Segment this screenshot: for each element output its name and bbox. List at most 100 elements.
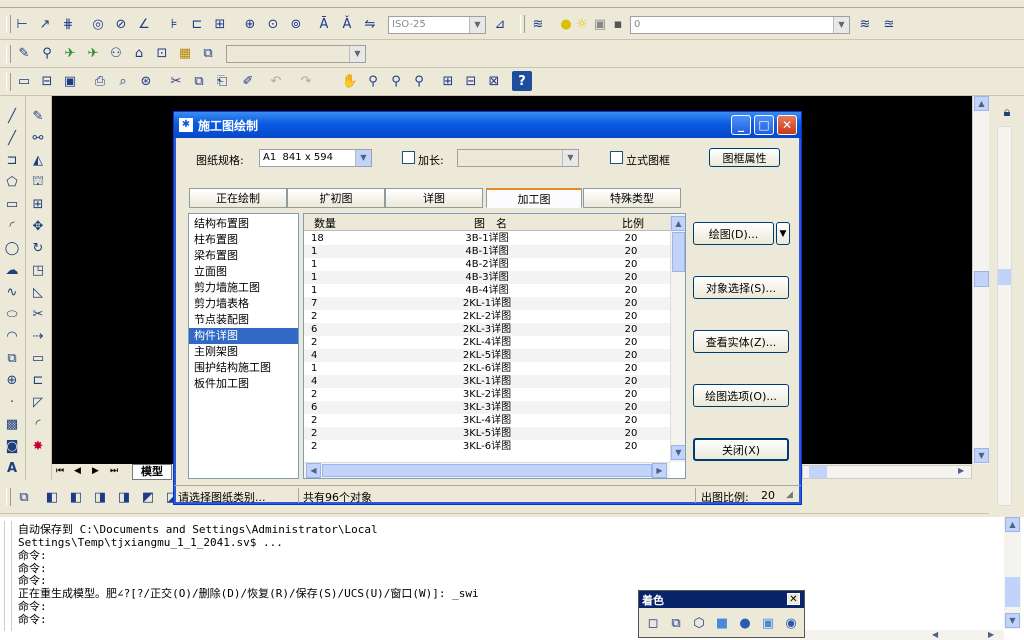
- scroll-right-arrow[interactable]: ▶: [652, 463, 667, 478]
- chevron-down-icon[interactable]: ▼: [833, 17, 849, 33]
- stretch-icon[interactable]: ◺: [28, 282, 48, 302]
- save-icon[interactable]: ▣: [60, 71, 80, 91]
- copy-object-icon[interactable]: ⚯: [28, 128, 48, 148]
- view-entity-button[interactable]: 查看实体(Z)...: [693, 330, 789, 353]
- command-window[interactable]: 自动保存到 C:\Documents and Settings\Administ…: [0, 514, 1024, 640]
- scrollbar-thumb[interactable]: [322, 464, 652, 477]
- layer-previous-icon[interactable]: ≊: [879, 14, 899, 34]
- scrollbar-thumb[interactable]: [809, 466, 827, 478]
- first-tab-arrow[interactable]: ⏮: [56, 466, 64, 476]
- tab-preliminary[interactable]: 扩初图: [287, 188, 385, 208]
- object-select-button[interactable]: 对象选择(S)...: [693, 276, 789, 299]
- model-tab[interactable]: 模型: [132, 464, 172, 480]
- explode-icon[interactable]: ✸: [28, 436, 48, 456]
- hatch-icon[interactable]: ▩: [2, 414, 22, 434]
- scroll-down-arrow[interactable]: ▼: [974, 448, 989, 463]
- category-list[interactable]: 结构布置图 柱布置图 梁布置图 立面图 剪力墙施工图 剪力墙表格 节点装配图 构…: [188, 213, 299, 479]
- tab-fabrication[interactable]: 加工图: [486, 188, 582, 208]
- erase-icon[interactable]: ✎: [28, 106, 48, 126]
- toolbar-grip[interactable]: [520, 15, 525, 33]
- center-mark-icon[interactable]: ⊙: [263, 14, 283, 34]
- shade-flat-icon[interactable]: ■: [712, 613, 732, 633]
- continue-dimension-icon[interactable]: ⊞: [210, 14, 230, 34]
- dimension-text-edit-icon[interactable]: Ǎ: [337, 14, 357, 34]
- mirror-icon[interactable]: ◭: [28, 150, 48, 170]
- list-item[interactable]: 立面图: [189, 264, 298, 280]
- table-row[interactable]: 18 3B-1详图 20: [304, 232, 670, 245]
- table-row[interactable]: 2 3KL-2详图 20: [304, 388, 670, 401]
- pan-icon[interactable]: ✋: [340, 71, 360, 91]
- join-icon[interactable]: ⊏: [28, 370, 48, 390]
- command-prompt-line[interactable]: 命令:: [18, 613, 47, 627]
- table-row[interactable]: 7 2KL-1详图 20: [304, 297, 670, 310]
- canvas-vertical-scrollbar[interactable]: ▲ ▼: [972, 96, 989, 464]
- tool-8-icon[interactable]: ▦: [175, 43, 195, 63]
- help-icon[interactable]: ?: [512, 71, 532, 91]
- scroll-down-arrow[interactable]: ▼: [1005, 613, 1020, 628]
- chevron-down-icon[interactable]: ▼: [562, 150, 578, 166]
- list-item[interactable]: 剪力墙表格: [189, 296, 298, 312]
- rectangle-icon[interactable]: ▭: [2, 194, 22, 214]
- new-file-icon[interactable]: ▭: [14, 71, 34, 91]
- draw-dropdown-button[interactable]: ▼: [776, 222, 790, 245]
- tool-7-icon[interactable]: ⊡: [152, 43, 172, 63]
- print-icon[interactable]: ⎙: [90, 71, 110, 91]
- rotate-icon[interactable]: ↻: [28, 238, 48, 258]
- maximize-button[interactable]: □: [754, 115, 774, 135]
- make-block-icon[interactable]: ⊕: [2, 370, 22, 390]
- layer-lock-icon[interactable]: ▪: [608, 14, 628, 34]
- scrollbar-thumb[interactable]: [998, 269, 1011, 285]
- list-item-selected[interactable]: 构件详图: [189, 328, 298, 344]
- extend-icon[interactable]: ⇢: [28, 326, 48, 346]
- table-row[interactable]: 4 2KL-5详图 20: [304, 349, 670, 362]
- diameter-dimension-icon[interactable]: ⊘: [111, 14, 131, 34]
- spline-icon[interactable]: ∿: [2, 282, 22, 302]
- extend-checkbox[interactable]: [402, 151, 415, 164]
- minimize-button[interactable]: _: [731, 115, 751, 135]
- table-row[interactable]: 1 4B-3详图 20: [304, 271, 670, 284]
- close-window-button[interactable]: ✕: [777, 115, 797, 135]
- shade-2d-wireframe-icon[interactable]: ◻: [643, 613, 663, 633]
- toolbar-grip[interactable]: [6, 488, 11, 506]
- view-right-icon[interactable]: ◨: [114, 487, 134, 507]
- design-center-icon[interactable]: ⊟: [461, 71, 481, 91]
- center-mark-2-icon[interactable]: ⊚: [286, 14, 306, 34]
- empty-combo[interactable]: ▼: [226, 45, 366, 63]
- ellipse-arc-icon[interactable]: ◠: [2, 326, 22, 346]
- dimension-style-manager-icon[interactable]: ⊿: [490, 14, 510, 34]
- view-front-icon[interactable]: ◩: [138, 487, 158, 507]
- cut-icon[interactable]: ✂: [166, 71, 186, 91]
- next-tab-arrow[interactable]: ▶: [92, 466, 99, 476]
- shade-hidden-icon[interactable]: ⬡: [689, 613, 709, 633]
- tab-drawing-now[interactable]: 正在绘制: [189, 188, 287, 208]
- shade-gouraud-icon[interactable]: ●: [735, 613, 755, 633]
- view-top-icon[interactable]: ◧: [42, 487, 62, 507]
- layer-freeze-sun-icon[interactable]: ☼: [572, 14, 592, 34]
- make-object-layer-current-icon[interactable]: ≋: [855, 14, 875, 34]
- table-row[interactable]: 1 4B-1详图 20: [304, 245, 670, 258]
- list-item[interactable]: 节点装配图: [189, 312, 298, 328]
- baseline-dimension-icon[interactable]: ⊏: [187, 14, 207, 34]
- layer-manager-icon[interactable]: ≋: [528, 14, 548, 34]
- list-item[interactable]: 剪力墙施工图: [189, 280, 298, 296]
- shade-gouraud-edges-icon[interactable]: ◉: [781, 613, 801, 633]
- chevron-down-icon[interactable]: ▼: [469, 17, 485, 33]
- zoom-previous-icon[interactable]: ⚲: [409, 71, 429, 91]
- array-icon[interactable]: ⊞: [28, 194, 48, 214]
- table-row[interactable]: 6 3KL-3详图 20: [304, 401, 670, 414]
- construction-line-icon[interactable]: ╱: [2, 128, 22, 148]
- table-row[interactable]: 1 4B-2详图 20: [304, 258, 670, 271]
- tool-5-icon[interactable]: ⚇: [106, 43, 126, 63]
- table-row[interactable]: 2 3KL-5详图 20: [304, 427, 670, 440]
- polyline-icon[interactable]: ⊐: [2, 150, 22, 170]
- line-icon[interactable]: ╱: [2, 106, 22, 126]
- tool-palettes-icon[interactable]: ⊠: [484, 71, 504, 91]
- command-vertical-scrollbar[interactable]: ▲ ▼: [1004, 517, 1021, 629]
- angular-dimension-icon[interactable]: ∠: [134, 14, 154, 34]
- draw-options-button[interactable]: 绘图选项(O)...: [693, 384, 789, 407]
- tool-3-icon[interactable]: ✈: [60, 43, 80, 63]
- column-header-name[interactable]: 图 名: [474, 215, 507, 231]
- polygon-icon[interactable]: ⬠: [2, 172, 22, 192]
- list-item[interactable]: 柱布置图: [189, 232, 298, 248]
- table-row[interactable]: 6 2KL-3详图 20: [304, 323, 670, 336]
